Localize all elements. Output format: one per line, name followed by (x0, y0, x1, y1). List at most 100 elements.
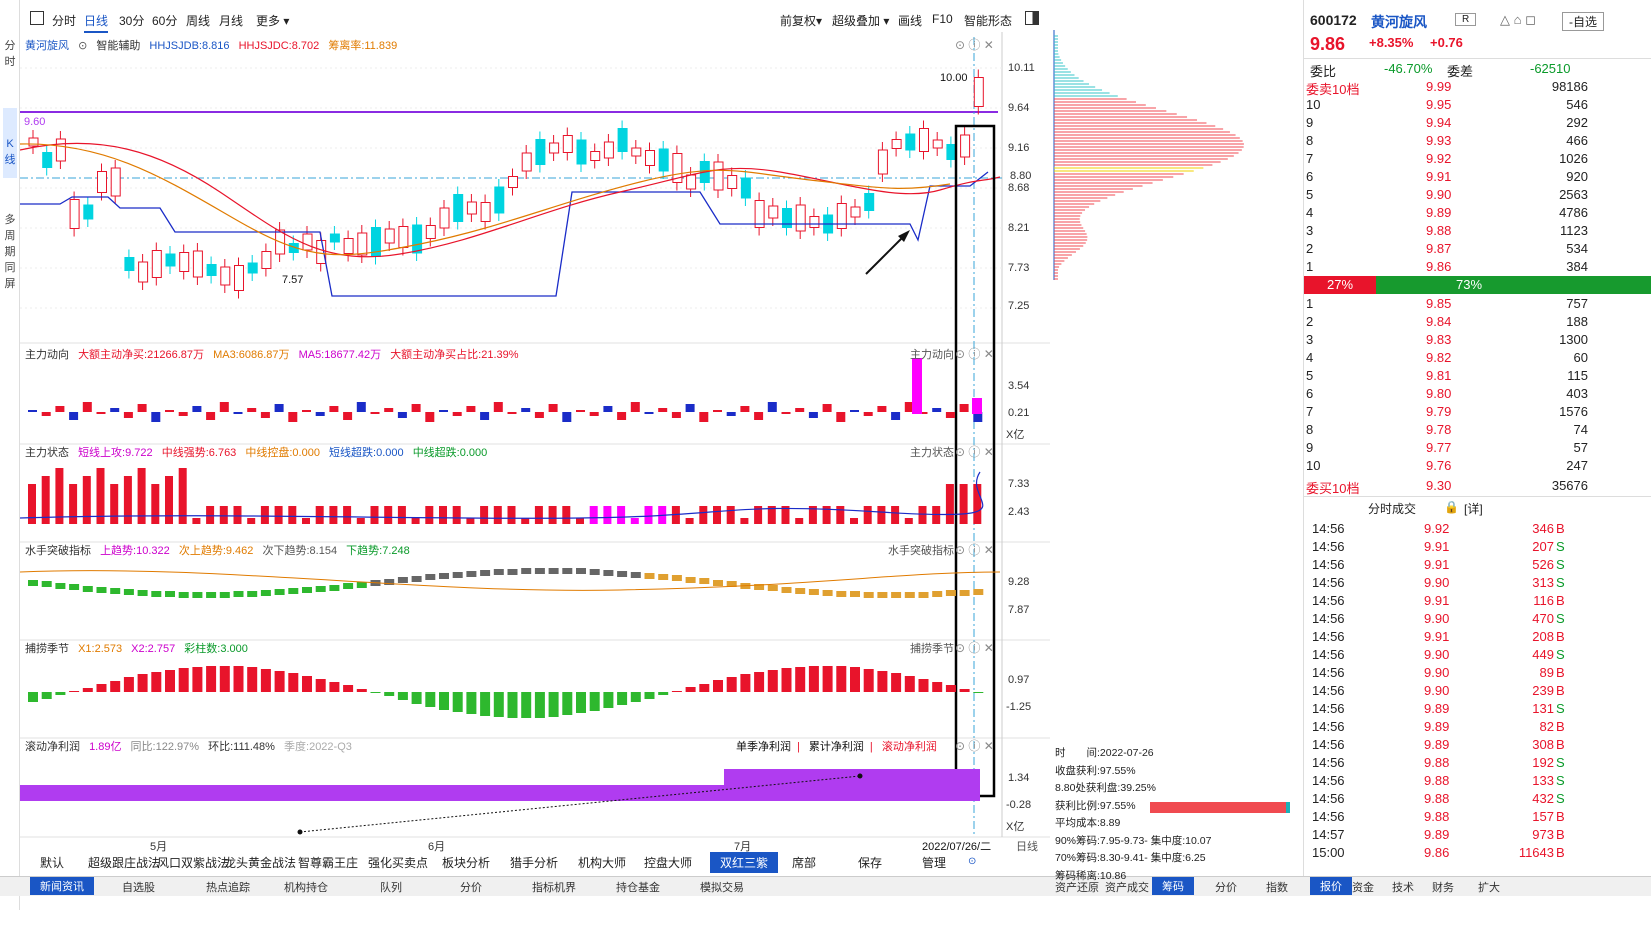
season-bar (850, 667, 860, 692)
strategy-tab[interactable]: 龙头黄金战法 (224, 854, 296, 871)
season-bar (110, 681, 121, 692)
tab-fenshi[interactable]: 分时 (52, 12, 76, 29)
panel-controls[interactable]: ⊙ ⓘ ✕ (955, 345, 994, 362)
footer-quote-tab[interactable]: 财务 (1432, 879, 1454, 895)
bid-row[interactable]: 2 9.84 188 (1304, 313, 1651, 331)
strategy-tab[interactable]: 保存 (858, 854, 882, 871)
footer-tab[interactable]: 持仓基金 (616, 879, 660, 895)
ask-row[interactable]: 8 9.93 466 (1304, 132, 1651, 150)
main-panel-controls[interactable]: ⊙ ⓘ ✕ (955, 36, 994, 53)
footer-tab[interactable]: 分价 (460, 879, 482, 895)
ask-row[interactable]: 4 9.89 4786 (1304, 204, 1651, 222)
state-bar (945, 484, 954, 524)
ask-row[interactable]: 9 9.94 292 (1304, 114, 1651, 132)
adjust-dropdown[interactable]: 前复权▾ (780, 12, 822, 29)
footer-quote-tab[interactable]: 报价 (1310, 877, 1352, 895)
strategy-tab[interactable]: 板块分析 (442, 854, 490, 871)
flow-bar (507, 412, 517, 414)
flow-bar (411, 404, 421, 412)
ask-row[interactable]: 3 9.88 1123 (1304, 222, 1651, 240)
bid-row[interactable]: 10 9.76 247 (1304, 457, 1651, 475)
trend-block (247, 591, 258, 597)
sidebar-item-multiperiod[interactable]: 多周期同屏 (3, 212, 17, 292)
tab-monthly[interactable]: 月线 (219, 12, 243, 29)
ask-row[interactable]: 10 9.95 546 (1304, 96, 1651, 114)
overlay-dropdown[interactable]: 超级叠加 ▾ (832, 12, 889, 29)
strategy-tab[interactable]: 超级跟庄战法 (88, 854, 160, 871)
footer-tab[interactable]: 机构持仓 (284, 879, 328, 895)
trend-block (137, 590, 148, 596)
strategy-tab[interactable]: 控盘大师 (644, 854, 692, 871)
bid-row[interactable]: 5 9.81 115 (1304, 367, 1651, 385)
strategy-tab[interactable]: 智尊霸王庄 (298, 854, 358, 871)
ask-row[interactable]: 7 9.92 1026 (1304, 150, 1651, 168)
trend-block (96, 587, 107, 593)
candle-body (521, 152, 532, 172)
ask-row[interactable]: 6 9.91 920 (1304, 168, 1651, 186)
footer-quote-tab[interactable]: 资金 (1352, 879, 1374, 895)
strategy-tab[interactable]: 管理 (922, 854, 946, 871)
tab-60min[interactable]: 60分 (152, 12, 177, 29)
bid-row[interactable]: 7 9.79 1576 (1304, 403, 1651, 421)
buy-sell-ratio-bar: 27% 73% (1304, 276, 1651, 294)
season-bar (740, 674, 751, 692)
strategy-tab[interactable]: 席部 (792, 854, 816, 871)
footer-tab[interactable]: 自选股 (122, 879, 155, 895)
state-bar (356, 518, 365, 524)
season-bar (247, 667, 258, 692)
profit-legend[interactable]: 单季净利润 | 累计净利润 | 滚动净利润 (736, 738, 943, 754)
draw-button[interactable]: 画线 (898, 12, 922, 29)
tab-more[interactable]: 更多 ▾ (256, 12, 289, 29)
pattern-button[interactable]: 智能形态 (964, 12, 1012, 29)
trade-row: 14:56 9.89 308 B (1312, 737, 1565, 752)
bid-row[interactable]: 6 9.80 403 (1304, 385, 1651, 403)
footer-quote-tab[interactable]: 扩大 (1478, 879, 1500, 895)
bid-row[interactable]: 1 9.85 757 (1304, 295, 1651, 313)
trend-block (82, 586, 93, 592)
candle-body (535, 139, 546, 165)
sidebar-item-kline[interactable]: K线 (3, 108, 17, 178)
right-panel-toggle-icon[interactable] (1025, 11, 1039, 25)
strategy-tab[interactable]: 双红三紫 (710, 852, 779, 873)
season-bar (603, 692, 614, 708)
alert-icons[interactable]: △ ⌂ ◻ (1500, 12, 1536, 28)
bid-row[interactable]: 9 9.77 57 (1304, 439, 1651, 457)
tab-weekly[interactable]: 周线 (186, 12, 210, 29)
footer-tab[interactable]: 队列 (380, 879, 402, 895)
kline-chart[interactable] (20, 32, 1050, 852)
strategy-tab[interactable]: 强化买卖点 (368, 854, 428, 871)
sidebar-item-fenshi[interactable]: 分时 (3, 38, 17, 70)
footer-tab[interactable]: 指标机界 (532, 879, 576, 895)
candle-body (850, 206, 861, 218)
flow-bar (576, 410, 585, 412)
add-watchlist-button[interactable]: -自选 (1562, 12, 1605, 31)
f10-button[interactable]: F10 (932, 12, 953, 26)
footer-tab[interactable]: 模拟交易 (700, 879, 744, 895)
candle-body (795, 204, 806, 232)
ask-row[interactable]: 1 9.86 384 (1304, 258, 1651, 276)
ask-row[interactable]: 2 9.87 534 (1304, 240, 1651, 258)
state-bar (603, 506, 612, 524)
footer-tab[interactable]: 热点追踪 (206, 879, 250, 895)
bid-row[interactable]: 3 9.83 1300 (1304, 331, 1651, 349)
strategy-tab[interactable]: 机构大师 (578, 854, 626, 871)
season-bar (699, 684, 710, 692)
collapse-icon[interactable]: ⊙ (968, 856, 976, 867)
footer-quote-tab[interactable]: 技术 (1392, 879, 1414, 895)
state-bar (726, 506, 735, 524)
strategy-tab[interactable]: 风口双紫战法 (157, 854, 229, 871)
state-bar (315, 506, 324, 524)
ask-row[interactable]: 5 9.90 2563 (1304, 186, 1651, 204)
strategy-tab[interactable]: 默认 (40, 854, 64, 871)
ticks-detail-link[interactable]: [详] (1464, 500, 1483, 517)
bid-row[interactable]: 4 9.82 60 (1304, 349, 1651, 367)
state-bar (548, 506, 557, 524)
tab-daily[interactable]: 日线 (84, 12, 109, 33)
footer-tab[interactable]: 新闻资讯 (30, 877, 94, 895)
state-bar (617, 506, 626, 524)
tab-30min[interactable]: 30分 (119, 12, 144, 29)
strategy-tab[interactable]: 猎手分析 (510, 854, 558, 871)
bid-row[interactable]: 8 9.78 74 (1304, 421, 1651, 439)
panel-toggle-icon[interactable] (30, 11, 44, 25)
price-tick: 10.11 (1008, 62, 1035, 74)
